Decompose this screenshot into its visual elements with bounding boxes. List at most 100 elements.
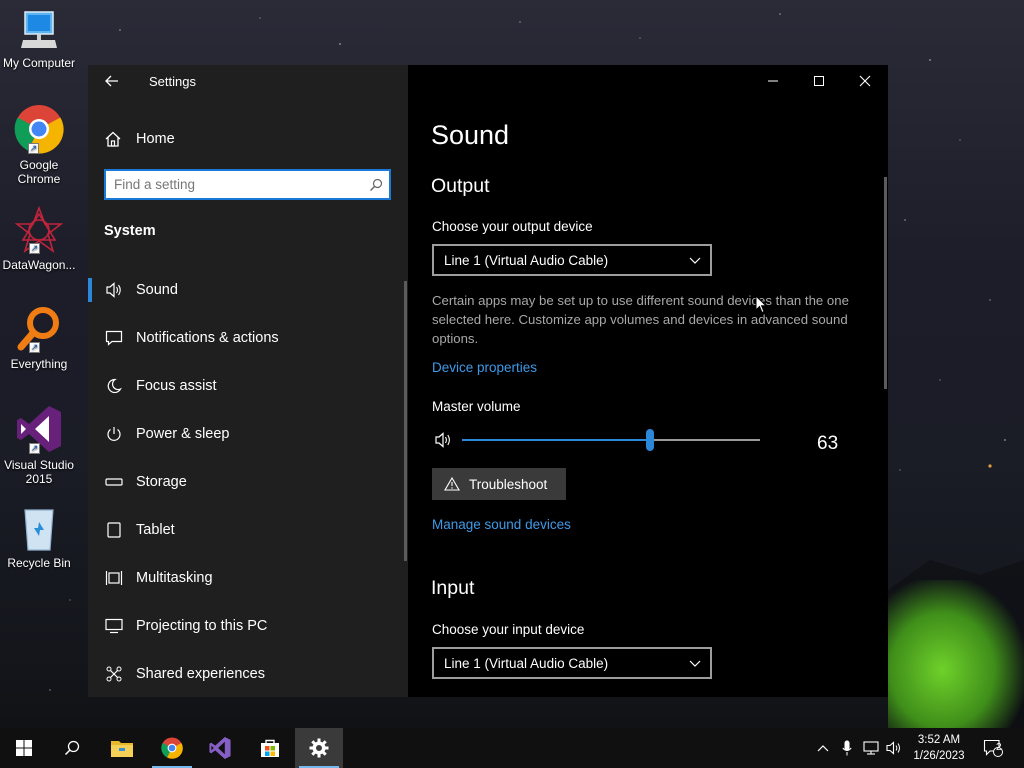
chevron-down-icon	[689, 660, 701, 667]
output-device-dropdown[interactable]: Line 1 (Virtual Audio Cable)	[432, 244, 712, 276]
slider-thumb[interactable]	[646, 429, 654, 451]
warning-icon	[444, 477, 460, 491]
desktop-icon-everything[interactable]: ↗ Everything	[0, 305, 78, 371]
desktop-icon-label: DataWagon...	[2, 258, 76, 272]
sidebar-item-sound[interactable]: Sound	[88, 266, 404, 314]
network-icon	[863, 741, 879, 755]
speaker-icon	[886, 741, 900, 755]
visual-studio-icon	[209, 736, 231, 760]
speaker-icon	[104, 280, 124, 300]
settings-icon	[309, 738, 329, 758]
page-title: Sound	[431, 120, 510, 150]
desktop-icon-visual-studio[interactable]: ↗ Visual Studio 2015	[0, 404, 78, 486]
nav-home[interactable]: Home	[104, 129, 175, 149]
troubleshoot-label: Troubleshoot	[469, 476, 548, 492]
taskbar-search-button[interactable]	[48, 728, 96, 768]
input-device-label: Choose your input device	[432, 622, 585, 637]
taskbar: 3:52 AM 1/26/2023 2	[0, 728, 1024, 768]
input-device-dropdown[interactable]: Line 1 (Virtual Audio Cable)	[432, 647, 712, 679]
minimize-button[interactable]	[750, 65, 796, 97]
store-icon	[261, 739, 279, 757]
taskbar-file-explorer[interactable]	[98, 728, 146, 768]
taskbar-settings[interactable]	[295, 728, 343, 768]
windows-start-icon	[16, 740, 32, 756]
desktop-icon-label: Everything	[10, 357, 68, 371]
master-volume-slider[interactable]	[462, 429, 760, 451]
power-icon	[104, 424, 124, 444]
desktop-icon-google-chrome[interactable]: ↗ Google Chrome	[0, 104, 78, 186]
desktop-icon-datawagon[interactable]: ↗ DataWagon...	[0, 205, 78, 272]
clock-time: 3:52 AM	[917, 734, 961, 746]
sidebar-item-multitasking[interactable]: Multitasking	[88, 554, 404, 602]
output-device-value: Line 1 (Virtual Audio Cable)	[444, 252, 609, 268]
taskbar-store[interactable]	[246, 728, 294, 768]
sidebar-item-tablet[interactable]: Tablet	[88, 506, 404, 554]
output-heading: Output	[431, 175, 490, 197]
back-button[interactable]	[104, 73, 124, 93]
taskbar-visual-studio[interactable]	[196, 728, 244, 768]
sidebar-item-notifications[interactable]: Notifications & actions	[88, 314, 404, 362]
microphone-tray-button[interactable]	[837, 728, 857, 768]
wallpaper-tent-glow	[888, 580, 1024, 730]
sidebar-item-label: Focus assist	[136, 378, 217, 394]
sidebar-item-label: Power & sleep	[136, 426, 230, 442]
nav-scrollbar[interactable]	[404, 281, 407, 561]
maximize-button[interactable]	[796, 65, 842, 97]
volume-icon[interactable]	[434, 431, 454, 449]
action-center-button[interactable]: 2	[978, 728, 1008, 768]
everything-icon: ↗	[15, 305, 63, 353]
maximize-icon	[814, 76, 824, 86]
start-button[interactable]	[0, 728, 48, 768]
home-icon	[105, 131, 121, 147]
search-icon	[64, 740, 80, 756]
content-scrollbar[interactable]	[884, 177, 887, 389]
manage-sound-devices-link[interactable]: Manage sound devices	[432, 517, 571, 532]
multitasking-icon	[104, 568, 124, 588]
output-description: Certain apps may be set up to use differ…	[432, 293, 849, 346]
device-properties-link[interactable]: Device properties	[432, 360, 537, 375]
sidebar-item-shared-experiences[interactable]: Shared experiences	[88, 650, 404, 697]
visual-studio-icon: ↗	[15, 404, 63, 454]
back-arrow-icon	[105, 75, 118, 87]
clock-date: 1/26/2023	[913, 750, 965, 762]
close-button[interactable]	[842, 65, 888, 97]
sidebar-item-label: Shared experiences	[136, 666, 265, 682]
chevron-up-icon	[817, 745, 829, 752]
troubleshoot-button[interactable]: Troubleshoot	[432, 468, 566, 500]
datawagon-icon: ↗	[14, 205, 64, 254]
projecting-icon	[104, 616, 124, 636]
search-input[interactable]	[106, 171, 363, 198]
settings-search-box[interactable]	[104, 169, 391, 200]
search-icon[interactable]	[363, 178, 389, 192]
notification-count: 2	[996, 742, 1002, 753]
chrome-icon: ↗	[14, 104, 64, 154]
desktop-icon-label: My Computer	[2, 56, 76, 70]
input-device-value: Line 1 (Virtual Audio Cable)	[444, 655, 609, 671]
shared-experiences-icon	[104, 664, 124, 684]
close-icon	[859, 75, 871, 87]
taskbar-chrome[interactable]	[148, 728, 196, 768]
sidebar-item-projecting[interactable]: Projecting to this PC	[88, 602, 404, 650]
sidebar-item-label: Storage	[136, 474, 187, 490]
volume-tray-button[interactable]	[884, 728, 904, 768]
output-device-label: Choose your output device	[432, 219, 593, 234]
window-title: Settings	[149, 74, 196, 89]
moon-icon	[104, 376, 124, 396]
sidebar-item-storage[interactable]: Storage	[88, 458, 404, 506]
sidebar-item-power-sleep[interactable]: Power & sleep	[88, 410, 404, 458]
chevron-down-icon	[689, 257, 701, 264]
sidebar-item-focus-assist[interactable]: Focus assist	[88, 362, 404, 410]
desktop-icon-my-computer[interactable]: My Computer	[0, 10, 78, 70]
taskbar-clock[interactable]: 3:52 AM 1/26/2023	[904, 732, 974, 764]
microphone-icon	[842, 740, 852, 756]
desktop-icon-recycle-bin[interactable]: Recycle Bin	[0, 504, 78, 570]
sidebar-item-label: Tablet	[136, 522, 175, 538]
sidebar-item-label: Sound	[136, 282, 178, 298]
mouse-cursor-icon	[755, 295, 767, 314]
nav-section-title: System	[104, 223, 156, 239]
show-hidden-icons-button[interactable]	[813, 728, 833, 768]
sound-page: Sound Output Choose your output device L…	[408, 65, 888, 697]
settings-nav-pane: Settings Home System Sound Notifications…	[88, 65, 408, 697]
tablet-icon	[104, 520, 124, 540]
network-tray-button[interactable]	[860, 728, 882, 768]
